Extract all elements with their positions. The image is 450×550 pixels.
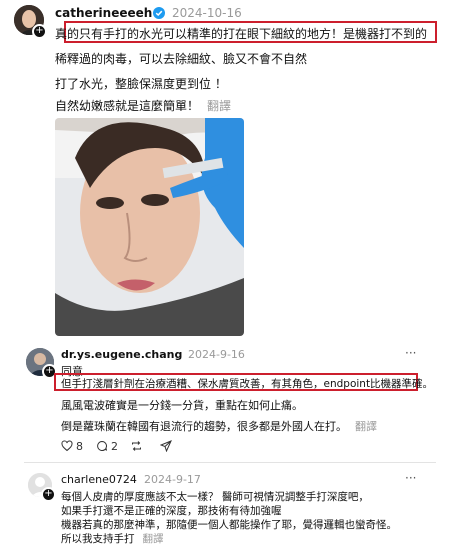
- like-count: 8: [76, 440, 83, 453]
- post-text-line: 自然幼嫩感就是這麼簡單！ 翻譯: [55, 97, 231, 114]
- more-options-icon[interactable]: ···: [405, 471, 416, 485]
- translate-link[interactable]: 翻譯: [143, 533, 164, 545]
- reply-text: 所以我支持手打: [61, 533, 135, 545]
- share-icon[interactable]: [160, 440, 172, 452]
- reply-username[interactable]: dr.ys.eugene.chang: [61, 348, 182, 361]
- post-username[interactable]: catherineeeeh: [55, 6, 152, 20]
- post-text-line: 打了水光，整臉保濕度更到位 ！: [55, 77, 227, 91]
- plus-icon[interactable]: +: [32, 24, 47, 39]
- reply-date: 2024-9-17: [144, 473, 201, 486]
- post-text: 自然幼嫩感就是這麼簡單！: [55, 99, 200, 113]
- reply-text-line: 每個人皮膚的厚度應該不太一樣？ 醫師可視情況調整手打深度吧，: [61, 491, 369, 503]
- reply-text-line: 所以我支持手打 翻譯: [61, 531, 164, 546]
- comment-icon[interactable]: [96, 440, 108, 452]
- divider: [24, 462, 436, 463]
- more-options-icon[interactable]: ···: [405, 346, 416, 360]
- reply-date: 2024-9-16: [188, 348, 245, 361]
- repost-icon[interactable]: [130, 440, 143, 452]
- reply-text-line: 但手打淺層針劑在治療酒糟、保水膚質改善，有其角色，endpoint比機器準確。: [61, 378, 434, 390]
- post-text-line: 稀釋過的肉毒，可以去除細紋、臉又不會不自然: [55, 52, 308, 66]
- heart-icon[interactable]: [61, 440, 73, 452]
- reply-text-line: 如果手打還不是正確的深度，那技術有待加強喔: [61, 505, 282, 517]
- translate-link[interactable]: 翻譯: [207, 99, 231, 113]
- verified-badge-icon: [153, 7, 165, 19]
- reply-text-line: 倒是蘿珠蘭在韓國有退流行的趨勢，很多都是外國人在打。 翻譯: [61, 418, 377, 434]
- reply-text: 倒是蘿珠蘭在韓國有退流行的趨勢，很多都是外國人在打。: [61, 420, 347, 433]
- post-text-line: 真的只有手打的水光可以精準的打在眼下細紋的地方！是機器打不到的: [55, 27, 428, 41]
- reply-text-line: 風風電波確實是一分錢一分貨，重點在如何止痛。: [61, 399, 303, 412]
- reply-text-line: 機器若真的那麼神準，那隨便一個人都能操作了耶，覺得邏輯也蠻奇怪。: [61, 519, 397, 531]
- comment-count: 2: [111, 440, 118, 453]
- post-date: 2024-10-16: [172, 6, 242, 20]
- reply-username[interactable]: charlene0724: [61, 473, 137, 486]
- plus-icon[interactable]: +: [41, 487, 56, 502]
- translate-link[interactable]: 翻譯: [355, 420, 377, 433]
- post-photo[interactable]: [55, 118, 244, 336]
